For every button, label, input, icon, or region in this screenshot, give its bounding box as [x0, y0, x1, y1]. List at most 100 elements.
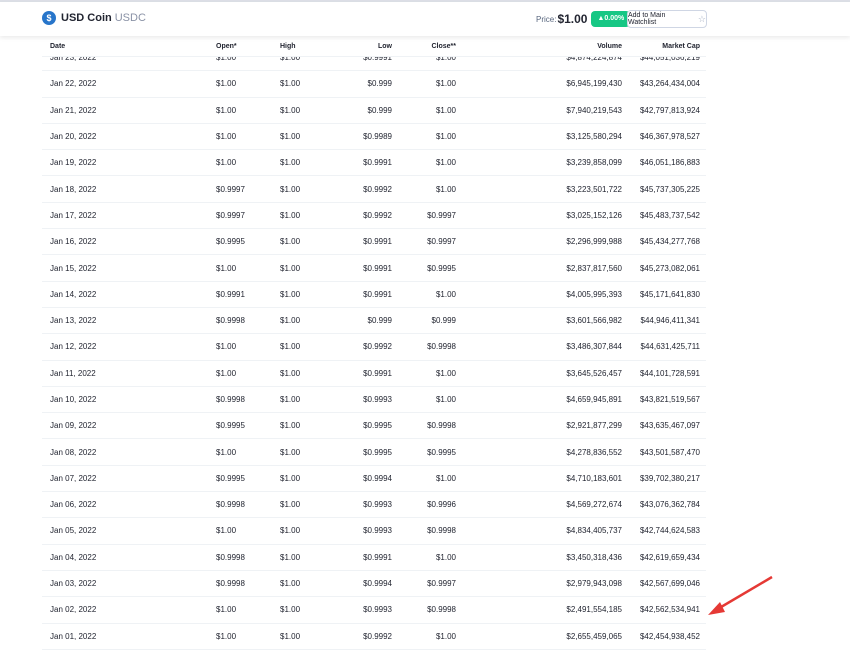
cell-date: Jan 04, 2022	[50, 552, 97, 562]
cell-close: $0.9995	[427, 263, 456, 273]
cell-open: $0.9998	[216, 552, 245, 562]
cell-low: $0.9991	[363, 237, 392, 247]
cell-high: $1.00	[280, 473, 301, 483]
header-volume[interactable]: Volume	[597, 36, 622, 56]
cell-open: $1.00	[216, 605, 237, 615]
cell-date: Jan 14, 2022	[50, 289, 97, 299]
coin-name: USD Coin	[61, 12, 112, 24]
cell-date: Jan 17, 2022	[50, 210, 97, 220]
cell-close: $1.00	[435, 132, 456, 142]
cell-open: $1.00	[216, 368, 237, 378]
table-row: Jan 05, 2022 $1.00 $1.00 $0.9993 $0.9998 $4,8…	[42, 518, 706, 545]
cell-volume: $7,940,219,543	[566, 105, 622, 115]
cell-volume: $4,005,995,393	[566, 289, 622, 299]
cell-market-cap: $45,483,737,542	[639, 210, 700, 220]
cell-market-cap: $44,101,728,591	[639, 368, 700, 378]
cell-date: Jan 12, 2022	[50, 342, 97, 352]
cell-high: $1.00	[280, 289, 301, 299]
cell-market-cap: $45,737,305,225	[639, 184, 700, 194]
cell-date: Jan 07, 2022	[50, 473, 97, 483]
add-to-watchlist-button[interactable]: Add to Main Watchlist ☆	[627, 10, 707, 28]
cell-low: $0.9993	[363, 605, 392, 615]
cell-low: $0.9991	[363, 263, 392, 273]
cell-close: $0.9995	[427, 447, 456, 457]
table-row: Jan 06, 2022 $0.9998 $1.00 $0.9993 $0.9996 $4…	[42, 492, 706, 519]
table-row: Jan 07, 2022 $0.9995 $1.00 $0.9994 $1.00 $4,7…	[42, 466, 706, 493]
header-open[interactable]: Open*	[216, 36, 237, 56]
watchlist-button-label: Add to Main Watchlist	[628, 12, 666, 26]
table-row: Jan 22, 2022 $1.00 $1.00 $0.999 $1.00 $6,945,…	[42, 71, 706, 98]
cell-close: $1.00	[435, 368, 456, 378]
cell-high: $1.00	[280, 237, 301, 247]
cell-date: Jan 06, 2022	[50, 500, 97, 510]
header-low[interactable]: Low	[378, 36, 392, 56]
price-label: Price:	[536, 14, 557, 24]
header-date[interactable]: Date	[50, 36, 65, 56]
header-high[interactable]: High	[280, 36, 296, 56]
price-display: Price: $1.00 ▲0.00%	[536, 10, 631, 28]
table-row: Jan 15, 2022 $1.00 $1.00 $0.9991 $0.9995 $2,8…	[42, 255, 706, 282]
cell-volume: $2,491,554,185	[566, 605, 622, 615]
cell-high: $1.00	[280, 79, 301, 89]
cell-market-cap: $42,619,659,434	[639, 552, 700, 562]
table-row: Jan 20, 2022 $1.00 $1.00 $0.9989 $1.00 $3,125…	[42, 124, 706, 151]
cell-open: $0.9998	[216, 395, 245, 404]
cell-date: Jan 13, 2022	[50, 316, 97, 326]
cell-high: $1.00	[280, 342, 301, 352]
cell-low: $0.9991	[363, 552, 392, 562]
cell-close: $0.9997	[427, 237, 456, 247]
table-row: Jan 09, 2022 $0.9995 $1.00 $0.9995 $0.9998 $2…	[42, 413, 706, 440]
cell-open: $0.9998	[216, 579, 245, 589]
cell-date: Jan 16, 2022	[50, 237, 97, 247]
cell-close: $1.00	[435, 289, 456, 299]
cell-volume: $3,025,152,126	[566, 210, 622, 220]
cell-date: Jan 21, 2022	[50, 105, 97, 115]
cell-market-cap: $42,744,624,583	[639, 526, 700, 536]
cell-date: Jan 01, 2022	[50, 631, 97, 641]
cell-volume: $4,834,405,737	[566, 526, 622, 536]
cell-high: $1.00	[280, 210, 301, 220]
cell-high: $1.00	[280, 631, 301, 641]
cell-low: $0.9989	[363, 132, 392, 142]
coin-symbol: USDC	[114, 12, 146, 24]
cell-open: $1.00	[216, 263, 237, 273]
header-market-cap[interactable]: Market Cap	[662, 36, 700, 56]
cell-low: $0.9995	[363, 447, 392, 457]
table-row: Jan 02, 2022 $1.00 $1.00 $0.9993 $0.9998 $2,4…	[42, 597, 706, 624]
cell-open: $1.00	[216, 447, 237, 457]
table-row: Jan 03, 2022 $0.9998 $1.00 $0.9994 $0.9997 $2…	[42, 571, 706, 598]
cell-volume: $3,486,307,844	[566, 342, 622, 352]
table-row: Jan 01, 2022 $1.00 $1.00 $0.9992 $1.00 $2,655…	[42, 624, 706, 650]
cell-date: Jan 08, 2022	[50, 447, 97, 457]
cell-volume: $6,945,199,430	[566, 79, 622, 89]
cell-close: $0.9998	[427, 421, 456, 431]
cell-low: $0.9993	[363, 395, 392, 404]
coin-title: USD Coin USDC	[61, 12, 146, 24]
usdc-logo-icon: $	[42, 11, 56, 25]
cell-open: $0.9995	[216, 237, 245, 247]
table-row: Jan 19, 2022 $1.00 $1.00 $0.9991 $1.00 $3,239…	[42, 150, 706, 177]
cell-close: $1.00	[435, 105, 456, 115]
cell-high: $1.00	[280, 447, 301, 457]
historical-data-table: Jan 23, 2022 $1.00 $1.00 $0.9991 $1.00 $4,874…	[42, 45, 706, 650]
cell-high: $1.00	[280, 421, 301, 431]
cell-high: $1.00	[280, 158, 301, 168]
cell-open: $0.9997	[216, 184, 245, 194]
cell-low: $0.9991	[363, 289, 392, 299]
table-row: Jan 11, 2022 $1.00 $1.00 $0.9991 $1.00 $3,645…	[42, 361, 706, 387]
cell-date: Jan 11, 2022	[50, 368, 96, 378]
cell-volume: $2,921,877,299	[566, 421, 622, 431]
cell-open: $1.00	[216, 105, 237, 115]
cell-market-cap: $45,434,277,768	[639, 237, 700, 247]
table-row: Jan 13, 2022 $0.9998 $1.00 $0.999 $0.999 $3,6…	[42, 308, 706, 335]
cell-open: $0.9995	[216, 421, 245, 431]
cell-close: $0.9997	[427, 579, 456, 589]
cell-volume: $3,223,501,722	[566, 184, 622, 194]
cell-close: $1.00	[435, 395, 456, 404]
header-close[interactable]: Close**	[431, 36, 456, 56]
cell-date: Jan 15, 2022	[50, 263, 97, 273]
cell-low: $0.999	[367, 79, 392, 89]
cell-close: $1.00	[435, 184, 456, 194]
cell-low: $0.999	[367, 316, 392, 326]
price-change-badge: ▲0.00%	[591, 11, 631, 27]
